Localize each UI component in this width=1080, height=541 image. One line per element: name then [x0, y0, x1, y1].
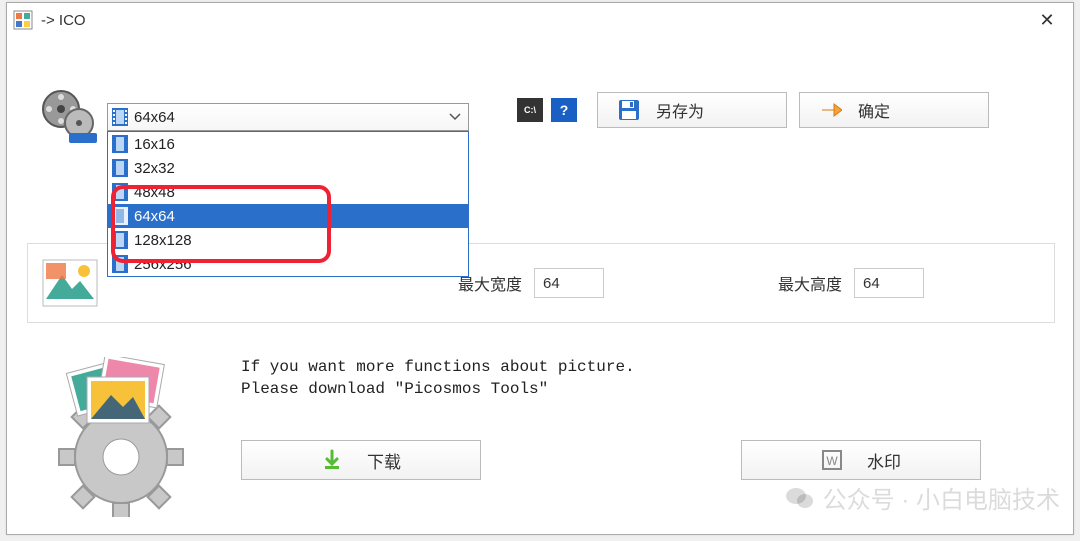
film-strip-icon: [112, 183, 128, 201]
film-strip-icon: [112, 159, 128, 177]
app-icon: [13, 10, 33, 30]
option-label: 128x128: [134, 232, 192, 249]
size-option[interactable]: 16x16: [108, 132, 468, 156]
film-strip-icon: [112, 231, 128, 249]
window: -> ICO ✕ 64x64: [6, 2, 1074, 535]
save-as-label: 另存为: [656, 98, 704, 122]
titlebar: -> ICO ✕: [7, 3, 1073, 37]
gear-photos-icon: [41, 357, 201, 517]
max-width-group: 最大宽度: [458, 268, 604, 298]
watermark-button[interactable]: W 水印: [741, 440, 981, 480]
size-option[interactable]: 128x128: [108, 228, 468, 252]
option-label: 16x16: [134, 136, 175, 153]
close-icon: ✕: [1039, 10, 1054, 31]
ok-label: 确定: [858, 98, 890, 122]
cmd-icon[interactable]: C:\: [517, 98, 543, 122]
option-label: 64x64: [134, 208, 175, 225]
promo-line2: Please download "Picosmos Tools": [241, 379, 981, 401]
promo-text: If you want more functions about picture…: [241, 357, 981, 400]
max-width-input[interactable]: [534, 268, 604, 298]
top-row: 64x64 16x16 32x32 48x48 64x64 128x128 25…: [39, 87, 469, 147]
combobox-value: 64x64: [134, 109, 446, 126]
option-label: 32x32: [134, 160, 175, 177]
size-option[interactable]: 64x64: [108, 204, 468, 228]
film-strip-icon: [112, 207, 128, 225]
save-as-button[interactable]: 另存为: [597, 92, 787, 128]
size-option[interactable]: 256x256: [108, 252, 468, 276]
max-height-label: 最大高度: [778, 271, 842, 295]
size-dropdown: 16x16 32x32 48x48 64x64 128x128 256x256: [107, 131, 469, 277]
download-label: 下载: [367, 448, 401, 473]
option-label: 48x48: [134, 184, 175, 201]
promo-buttons: 下载 W 水印: [241, 440, 981, 480]
max-height-group: 最大高度: [778, 268, 924, 298]
help-icon[interactable]: ?: [551, 98, 577, 122]
chevron-down-icon: [446, 110, 464, 124]
watermark-label: 水印: [867, 448, 901, 473]
film-strip-icon: [112, 135, 128, 153]
promo-block: If you want more functions about picture…: [241, 357, 981, 480]
picture-icon: [42, 259, 98, 307]
size-combobox[interactable]: 64x64 16x16 32x32 48x48 64x64 128x128 25…: [107, 103, 469, 131]
reel-icon: [39, 87, 99, 147]
max-height-input[interactable]: [854, 268, 924, 298]
download-icon: [321, 449, 343, 471]
promo-area: If you want more functions about picture…: [41, 357, 981, 517]
film-strip-icon: [112, 255, 128, 273]
ok-button[interactable]: 确定: [799, 92, 989, 128]
download-button[interactable]: 下载: [241, 440, 481, 480]
size-option[interactable]: 32x32: [108, 156, 468, 180]
content-area: 64x64 16x16 32x32 48x48 64x64 128x128 25…: [7, 37, 1073, 534]
promo-line1: If you want more functions about picture…: [241, 357, 981, 379]
film-strip-icon: [112, 108, 128, 126]
watermark-icon: W: [821, 449, 843, 471]
floppy-icon: [618, 99, 640, 121]
top-buttons: C:\ ? 另存为 确定: [517, 92, 989, 128]
close-button[interactable]: ✕: [1027, 5, 1067, 35]
arrow-right-icon: [820, 99, 842, 121]
size-option[interactable]: 48x48: [108, 180, 468, 204]
option-label: 256x256: [134, 256, 192, 273]
window-title: -> ICO: [41, 12, 86, 29]
svg-text:W: W: [826, 454, 838, 468]
